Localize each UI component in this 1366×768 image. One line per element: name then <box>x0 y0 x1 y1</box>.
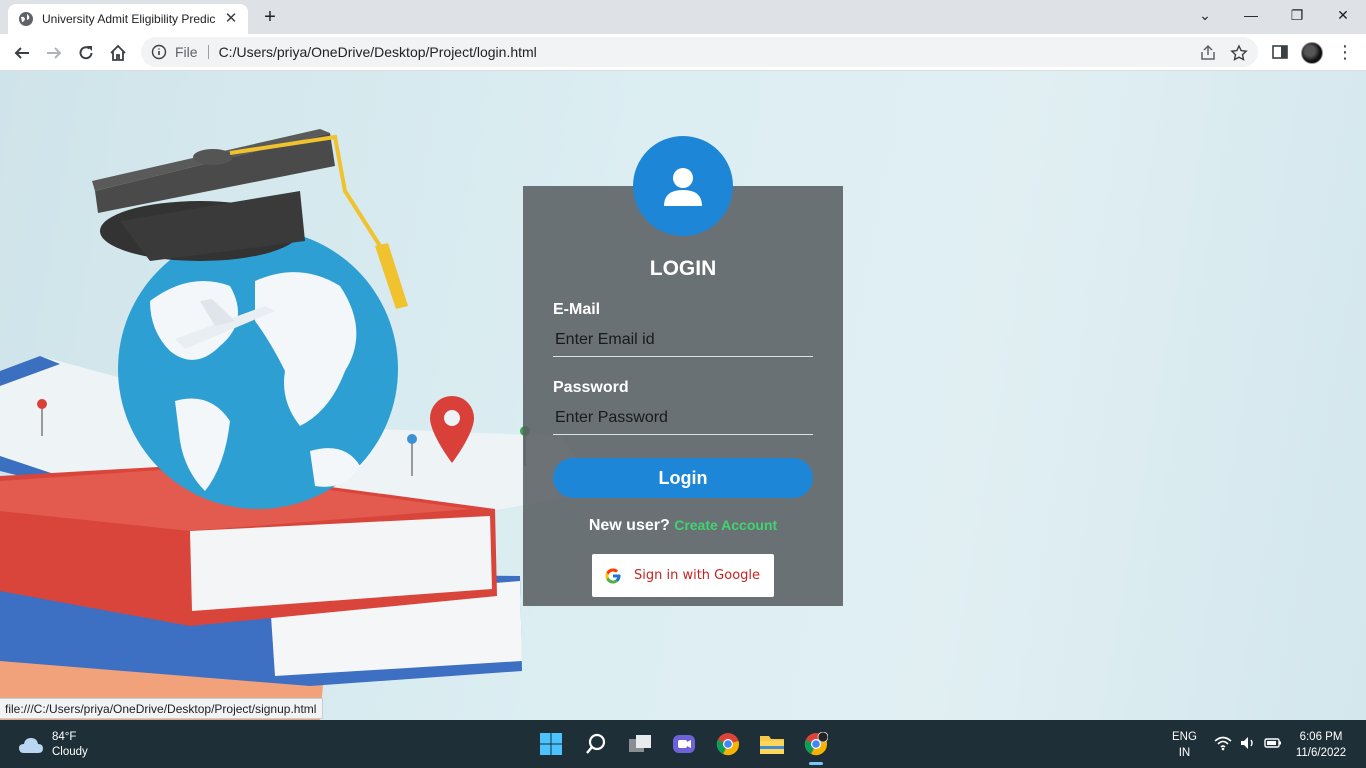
password-label: Password <box>553 379 629 396</box>
task-view-button[interactable] <box>625 729 655 759</box>
email-field[interactable] <box>553 323 813 357</box>
back-button[interactable] <box>7 38 37 68</box>
forward-button[interactable] <box>39 38 69 68</box>
home-icon <box>110 44 126 61</box>
map-pin-icon <box>37 399 47 409</box>
volume-icon <box>1241 737 1253 749</box>
chrome-active-button[interactable] <box>801 729 831 759</box>
lang-line-1: ENG <box>1172 731 1197 743</box>
chrome-taskbar-button[interactable] <box>713 729 743 759</box>
globe-icon <box>19 12 33 26</box>
browser-tab[interactable]: University Admit Eligibility Predic ✕ <box>8 4 248 34</box>
login-button[interactable]: Login <box>553 458 813 498</box>
new-tab-button[interactable]: + <box>256 5 284 29</box>
battery-icon <box>1264 738 1281 748</box>
new-user-row: New user? Create Account <box>523 517 843 535</box>
wifi-icon <box>1214 736 1232 751</box>
email-label: E-Mail <box>553 301 601 318</box>
home-button[interactable] <box>103 38 133 68</box>
minimize-button[interactable]: — <box>1228 0 1274 30</box>
status-bar-url: file:///C:/Users/priya/OneDrive/Desktop/… <box>0 698 324 719</box>
chrome-icon <box>716 733 739 756</box>
login-title: LOGIN <box>649 257 717 280</box>
taskbar: 84°F Cloudy ENG IN 6:06 PM 11/6/2022 <box>0 720 1366 768</box>
search-icon <box>586 733 606 754</box>
windows-icon <box>540 733 562 755</box>
info-icon[interactable] <box>151 44 167 60</box>
chrome-profile-icon <box>804 732 828 756</box>
profile-avatar[interactable] <box>1301 42 1323 64</box>
weather-widget[interactable]: 84°F Cloudy <box>18 730 88 760</box>
teams-chat-button[interactable] <box>669 729 699 759</box>
restore-button[interactable]: ❐ <box>1274 0 1320 30</box>
chat-icon <box>673 735 695 753</box>
start-button[interactable] <box>536 729 566 759</box>
clock-date: 11/6/2022 <box>1295 747 1347 759</box>
reload-icon <box>79 46 93 60</box>
reload-button[interactable] <box>71 38 101 68</box>
new-user-label: New user? <box>588 517 670 534</box>
file-scheme-label: File <box>175 45 209 59</box>
task-view-icon <box>629 735 651 752</box>
lang-line-2: IN <box>1178 747 1191 759</box>
tab-search-icon[interactable]: ⌄ <box>1182 0 1228 30</box>
tab-title: University Admit Eligibility Predic <box>42 12 216 26</box>
active-app-indicator <box>809 762 823 765</box>
language-indicator[interactable]: ENG IN <box>1172 729 1197 761</box>
google-signin-label: Sign in with Google <box>634 568 761 583</box>
weather-condition: Cloudy <box>52 746 88 758</box>
url-text[interactable]: C:/Users/priya/OneDrive/Desktop/Project/… <box>209 44 537 60</box>
back-arrow-icon <box>14 47 29 59</box>
close-tab-icon[interactable]: ✕ <box>222 10 240 28</box>
browser-tab-bar: University Admit Eligibility Predic ✕ + … <box>0 0 1366 34</box>
page-viewport: LOGIN E-Mail Password Login New user? Cr… <box>0 71 1366 720</box>
user-icon <box>664 168 702 206</box>
close-window-button[interactable]: ✕ <box>1320 0 1366 30</box>
cloud-icon <box>19 738 43 753</box>
side-panel-icon[interactable] <box>1271 43 1289 61</box>
temperature: 84°F <box>52 731 77 743</box>
clock[interactable]: 6:06 PM 11/6/2022 <box>1290 729 1352 761</box>
google-signin-button[interactable]: Sign in with Google <box>592 554 774 597</box>
password-field[interactable] <box>553 401 813 435</box>
folder-icon <box>760 736 784 754</box>
google-logo-icon <box>605 568 621 583</box>
chrome-menu-icon[interactable]: ⋮ <box>1336 43 1354 63</box>
forward-arrow-icon <box>47 47 62 59</box>
create-account-link[interactable]: Create Account <box>674 517 777 533</box>
file-explorer-button[interactable] <box>757 729 787 759</box>
bookmark-star-icon[interactable] <box>1230 44 1248 62</box>
user-avatar <box>633 136 733 236</box>
address-bar[interactable]: File C:/Users/priya/OneDrive/Desktop/Pro… <box>141 37 1258 67</box>
browser-toolbar: File C:/Users/priya/OneDrive/Desktop/Pro… <box>0 34 1366 71</box>
map-pin-icon <box>407 434 417 444</box>
clock-time: 6:06 PM <box>1299 731 1343 743</box>
share-icon[interactable] <box>1199 44 1217 62</box>
system-tray[interactable] <box>1214 735 1282 751</box>
search-button[interactable] <box>581 729 611 759</box>
